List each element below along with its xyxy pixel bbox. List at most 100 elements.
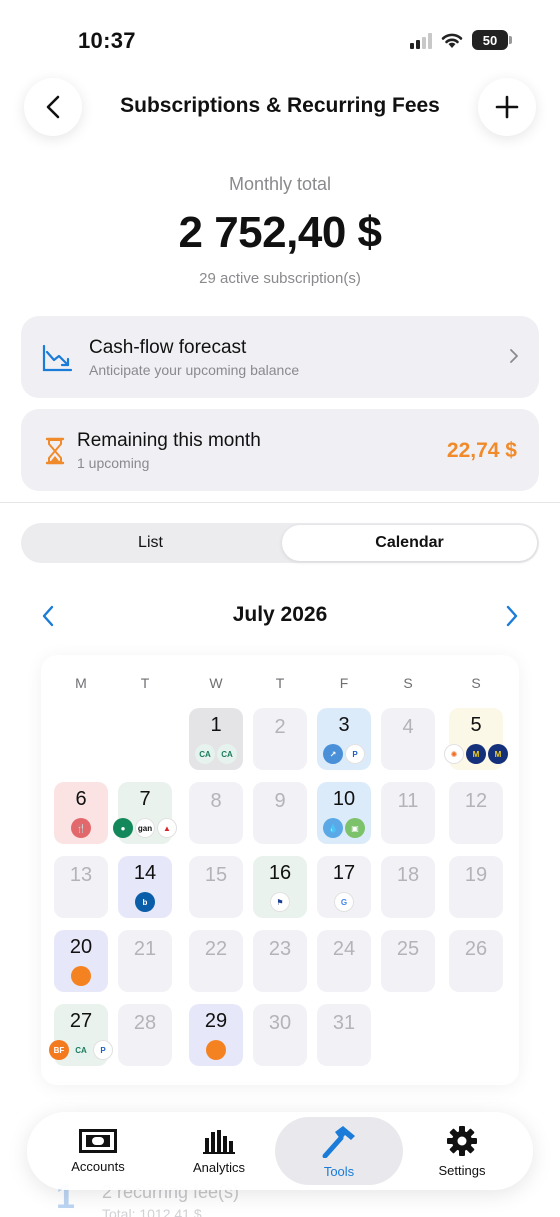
- merchant-logos: BF CA P: [46, 1040, 116, 1060]
- day-number: 1: [210, 714, 222, 736]
- gear-icon: [447, 1125, 477, 1156]
- status-icons: 50: [410, 30, 512, 50]
- day-number: 18: [396, 864, 420, 886]
- calendar-day[interactable]: 1 CA CA: [189, 708, 243, 770]
- calendar-day[interactable]: 4: [381, 708, 435, 770]
- list-view-tab[interactable]: List: [23, 525, 278, 561]
- basic-fit-logo-icon: BF: [49, 1040, 69, 1060]
- credit-agricole-logo-icon: CA: [195, 744, 215, 764]
- tax-france-logo-icon: ⚑: [270, 892, 290, 912]
- calendar-day[interactable]: 20: [54, 930, 108, 992]
- calendar-day[interactable]: 30: [253, 1004, 307, 1066]
- calendar-day[interactable]: 14 b: [118, 856, 172, 918]
- paypal-logo-icon: P: [93, 1040, 113, 1060]
- calendar-day[interactable]: 31: [317, 1004, 371, 1066]
- calendar-day[interactable]: 28: [118, 1004, 172, 1066]
- calendar-day[interactable]: 11: [381, 782, 435, 844]
- calendar-day[interactable]: 10 💧 ▣: [317, 782, 371, 844]
- day-number: 21: [133, 938, 157, 960]
- nav-header: Subscriptions & Recurring Fees: [0, 78, 560, 138]
- chevron-right-icon: [510, 349, 518, 363]
- calendar-day[interactable]: 18: [381, 856, 435, 918]
- plus-icon: [495, 95, 519, 119]
- calendar-day[interactable]: 8: [189, 782, 243, 844]
- tab-analytics[interactable]: Analytics: [155, 1117, 283, 1185]
- merchant-logos: G: [317, 892, 371, 912]
- day-number: 17: [332, 862, 356, 884]
- calendar-view-tab[interactable]: Calendar: [282, 525, 537, 561]
- calendar-day[interactable]: 26: [449, 930, 503, 992]
- merchant-logos: [54, 966, 108, 986]
- merchant-logos: ● gan ▲: [110, 818, 180, 838]
- forecast-title: Cash-flow forecast: [89, 337, 247, 358]
- calendar-day[interactable]: 24: [317, 930, 371, 992]
- calendar-day[interactable]: 27 BF CA P: [49, 1004, 113, 1066]
- cash-flow-forecast-card[interactable]: Cash-flow forecast Anticipate your upcom…: [21, 316, 539, 398]
- calendar-day[interactable]: 15: [189, 856, 243, 918]
- merchant-logos: 🍴: [54, 818, 108, 838]
- day-number: 25: [396, 938, 420, 960]
- day-number: 4: [402, 716, 414, 738]
- calendar-day[interactable]: 5 ✺ M M: [444, 708, 508, 770]
- add-subscription-button[interactable]: [478, 78, 536, 136]
- paypal-logo-icon: P: [345, 744, 365, 764]
- bouygues-logo-icon: b: [135, 892, 155, 912]
- status-time: 10:37: [78, 28, 136, 53]
- day-number: 11: [397, 790, 419, 812]
- monthly-total-value: 2 752,40 $: [178, 208, 382, 257]
- android-logo-icon: ▣: [345, 818, 365, 838]
- allianz-logo-icon: ▲: [157, 818, 177, 838]
- tab-bar: Accounts Analytics Tools Settings: [27, 1112, 533, 1190]
- calendar-day[interactable]: 22: [189, 930, 243, 992]
- calendar-day[interactable]: 2: [253, 708, 307, 770]
- status-bar: 10:37 50: [0, 0, 560, 80]
- bar-chart-icon: [203, 1129, 235, 1154]
- remaining-this-month-card[interactable]: Remaining this month 1 upcoming 22,74 $: [21, 409, 539, 491]
- calendar-grid: M T W T F S S 1 CA CA 2 3 ↗ P 4 5 ✺ M M 6 🍴 7 ● gan ▲ 8 9 10 💧 ▣ 11 12 1…: [41, 655, 519, 1085]
- tab-settings[interactable]: Settings: [398, 1117, 526, 1185]
- orange-logo-icon: [206, 1040, 226, 1060]
- monthly-total-label: Monthly total: [228, 174, 332, 194]
- day-number: 22: [204, 938, 228, 960]
- calendar-day[interactable]: 13: [54, 856, 108, 918]
- credit-agricole-logo-icon: CA: [71, 1040, 91, 1060]
- gan-logo-icon: gan: [135, 818, 155, 838]
- google-logo-icon: G: [334, 892, 354, 912]
- merchant-logos: CA CA: [189, 744, 243, 764]
- calendar-day[interactable]: 9: [253, 782, 307, 844]
- calendar-day[interactable]: 21: [118, 930, 172, 992]
- banknote-icon: [79, 1128, 117, 1153]
- calendar-day[interactable]: 16 ⚑: [253, 856, 307, 918]
- battery-icon: 50: [472, 30, 512, 50]
- calendar-day[interactable]: 19: [449, 856, 503, 918]
- calendar-day[interactable]: 3 ↗ P: [317, 708, 371, 770]
- next-month-button[interactable]: [498, 602, 526, 630]
- forecast-subtitle: Anticipate your upcoming balance: [89, 362, 300, 378]
- weekday-label: T: [275, 675, 285, 691]
- active-subscriptions-count: 29 active subscription(s): [199, 270, 361, 287]
- calendar-day[interactable]: 25: [381, 930, 435, 992]
- merchant-logos: ✺ M M: [441, 744, 511, 764]
- hammer-icon: [322, 1125, 355, 1158]
- merchant-logos: [189, 1040, 243, 1060]
- trend-down-chart-icon: [42, 344, 73, 372]
- day-number: 6: [75, 788, 87, 810]
- calendar-day[interactable]: 29: [189, 1004, 243, 1066]
- tab-tools[interactable]: Tools: [275, 1117, 403, 1185]
- calendar-day[interactable]: 23: [253, 930, 307, 992]
- chart-app-logo-icon: ↗: [323, 744, 343, 764]
- bnp-logo-icon: ●: [113, 818, 133, 838]
- weekday-label: S: [471, 675, 481, 691]
- calendar-day[interactable]: 12: [449, 782, 503, 844]
- battery-level: 50: [482, 32, 498, 48]
- tab-accounts[interactable]: Accounts: [34, 1117, 162, 1185]
- calendar-day[interactable]: 17 G: [317, 856, 371, 918]
- weekday-label: S: [403, 675, 413, 691]
- remaining-subtitle: 1 upcoming: [77, 455, 150, 471]
- calendar-day[interactable]: 7 ● gan ▲: [113, 782, 177, 844]
- merchant-logos: ↗ P: [317, 744, 371, 764]
- weekday-label: T: [140, 675, 150, 691]
- merchant-logos: b: [118, 892, 172, 912]
- chevron-right-icon: [506, 605, 518, 627]
- calendar-day[interactable]: 6 🍴: [54, 782, 108, 844]
